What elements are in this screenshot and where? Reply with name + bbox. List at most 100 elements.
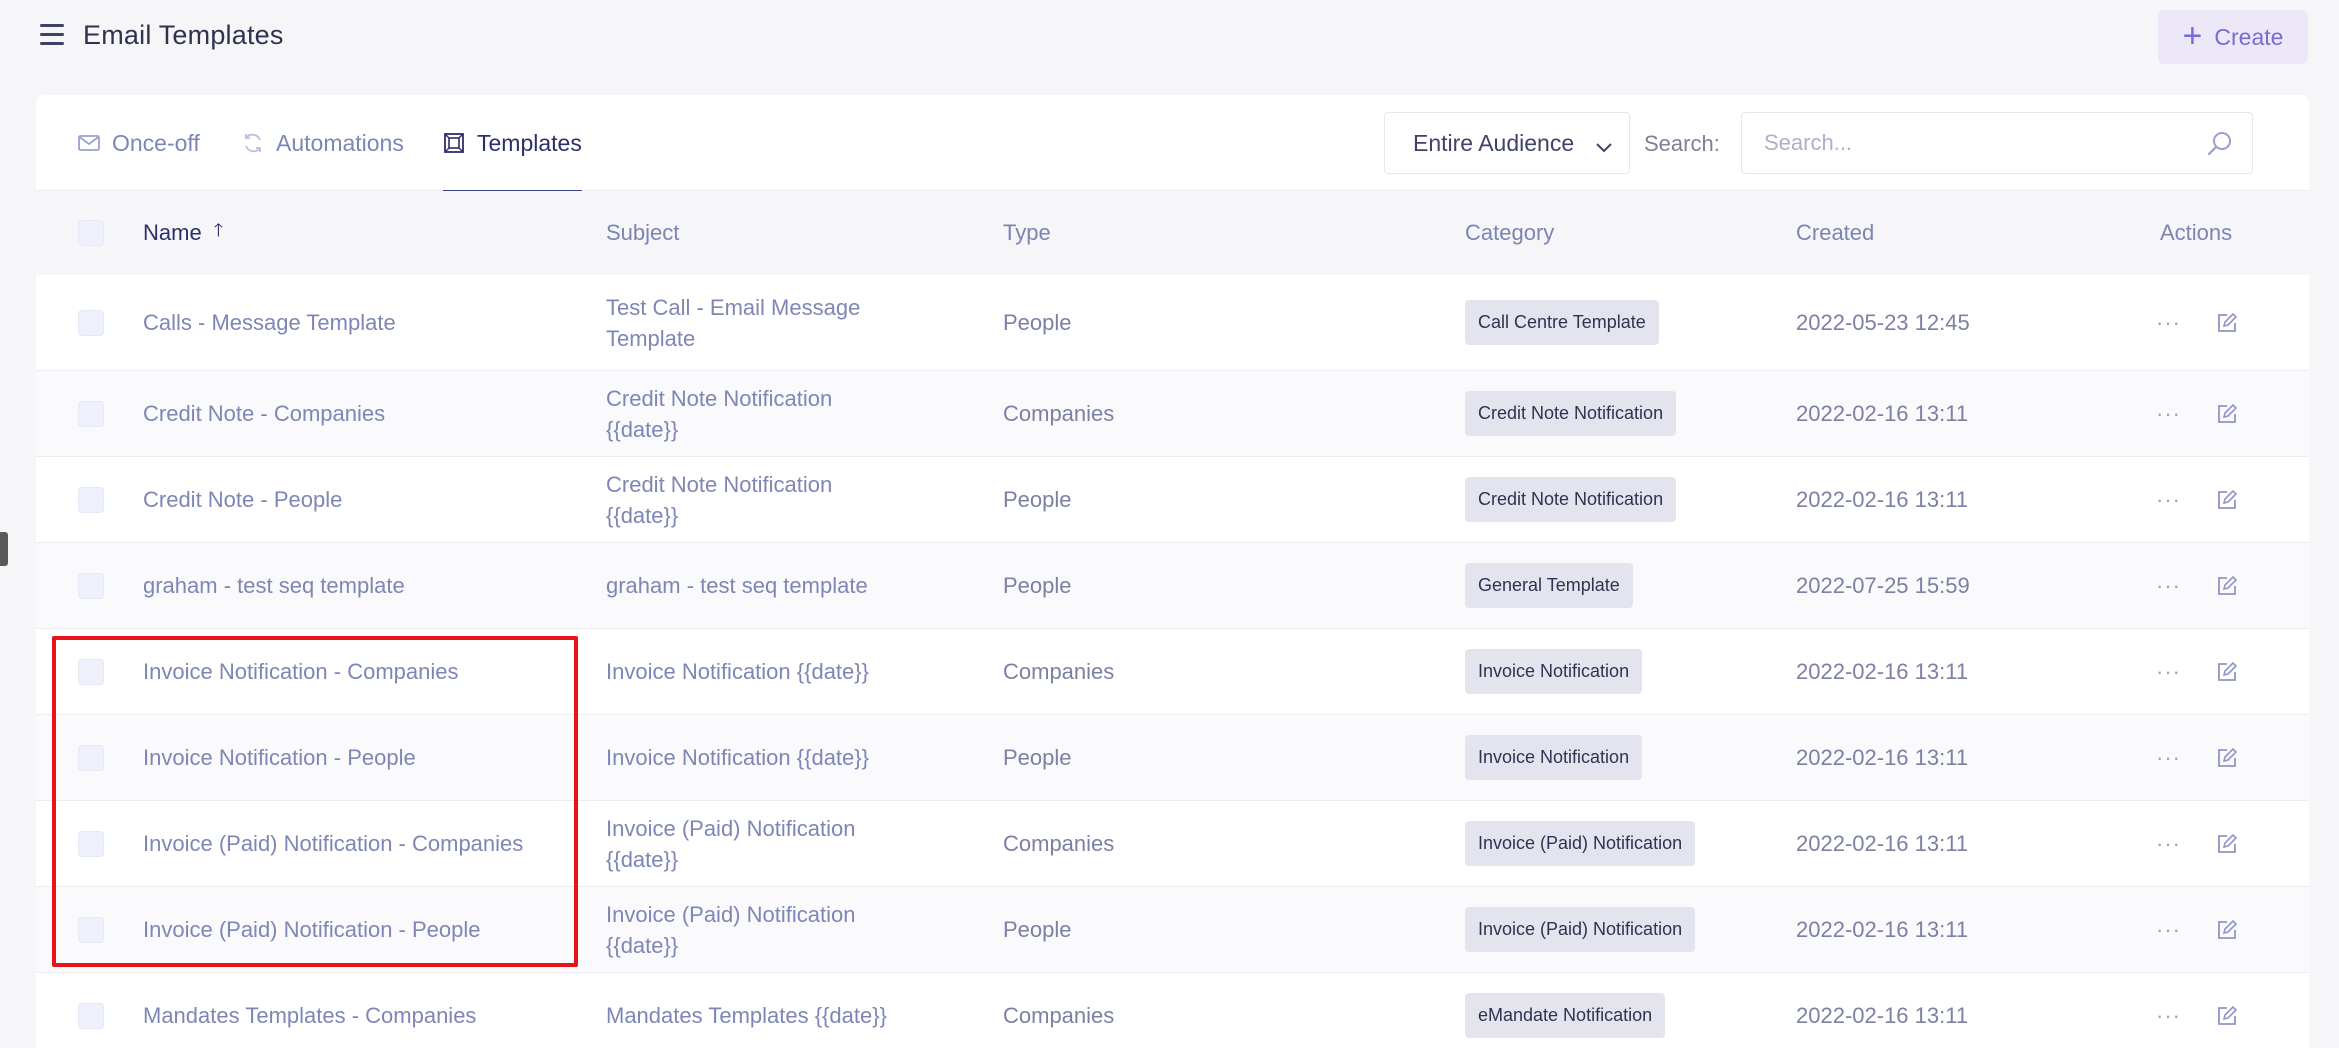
select-all-checkbox[interactable] [78, 220, 104, 246]
category-cell: General Template [1465, 543, 1633, 628]
ellipsis-icon[interactable]: ··· [2156, 629, 2181, 714]
side-panel-handle[interactable] [0, 532, 8, 566]
created-date: 2022-02-16 13:11 [1796, 1003, 1969, 1028]
tab-once-off[interactable]: Once-off [78, 95, 200, 191]
edit-icon[interactable] [2216, 371, 2238, 456]
ellipsis-icon[interactable]: ··· [2156, 715, 2181, 800]
search-field[interactable] [1741, 112, 2253, 174]
template-name[interactable]: Credit Note - Companies [143, 371, 583, 456]
column-header-category[interactable]: Category [1465, 191, 1554, 275]
table-row[interactable]: Mandates Templates - Companies Mandates … [36, 973, 2309, 1048]
template-name[interactable]: Invoice Notification - People [143, 715, 583, 800]
category-cell: Credit Note Notification [1465, 371, 1677, 456]
table-row[interactable]: Invoice Notification - Companies Invoice… [36, 629, 2309, 715]
row-checkbox[interactable] [78, 831, 104, 857]
category-badge: Credit Note Notification [1465, 391, 1677, 436]
template-type: Companies [1003, 831, 1115, 856]
category-cell: Credit Note Notification [1465, 457, 1677, 542]
template-name[interactable]: graham - test seq template [143, 543, 583, 628]
column-header-created[interactable]: Created [1796, 191, 1874, 275]
created-date: 2022-05-23 12:45 [1796, 310, 1970, 335]
column-header-name[interactable]: Name 🡑 [143, 191, 223, 275]
tab-templates[interactable]: Templates [443, 95, 582, 192]
table-row[interactable]: Calls - Message Template Test Call - Ema… [36, 275, 2309, 371]
template-type: Companies [1003, 659, 1115, 684]
refresh-icon [242, 132, 264, 154]
template-subject: Invoice (Paid) Notification {{date}} [606, 901, 856, 958]
template-subject: Credit Note Notification {{date}} [606, 385, 833, 442]
envelope-icon [78, 134, 100, 152]
ellipsis-icon[interactable]: ··· [2156, 801, 2181, 886]
edit-icon[interactable] [2216, 457, 2238, 542]
created-date: 2022-02-16 13:11 [1796, 659, 1969, 684]
created-date: 2022-02-16 13:11 [1796, 917, 1969, 942]
edit-icon[interactable] [2216, 801, 2238, 886]
edit-icon[interactable] [2216, 629, 2238, 714]
column-header-type[interactable]: Type [1003, 191, 1051, 275]
template-icon [443, 132, 465, 154]
template-subject: Test Call - Email Message Template [606, 294, 861, 351]
template-name[interactable]: Invoice (Paid) Notification - Companies [143, 801, 583, 886]
row-checkbox[interactable] [78, 310, 104, 336]
row-checkbox[interactable] [78, 745, 104, 771]
template-subject: Credit Note Notification {{date}} [606, 471, 833, 528]
create-button-label: Create [2214, 23, 2284, 50]
ellipsis-icon[interactable]: ··· [2156, 275, 2181, 370]
template-type: People [1003, 917, 1072, 942]
edit-icon[interactable] [2216, 887, 2238, 972]
ellipsis-icon[interactable]: ··· [2156, 543, 2181, 628]
column-header-subject[interactable]: Subject [606, 191, 679, 275]
category-badge: eMandate Notification [1465, 993, 1666, 1038]
table-header: Name 🡑 Subject Type Category Created Act… [36, 191, 2309, 275]
category-cell: eMandate Notification [1465, 973, 1666, 1048]
edit-icon[interactable] [2216, 275, 2238, 370]
table-row[interactable]: Invoice (Paid) Notification - People Inv… [36, 887, 2309, 973]
category-badge: Credit Note Notification [1465, 477, 1677, 522]
template-subject: Mandates Templates {{date}} [606, 1003, 887, 1028]
page-title: Email Templates [83, 20, 284, 50]
tab-automations[interactable]: Automations [242, 95, 404, 191]
row-checkbox[interactable] [78, 1003, 104, 1029]
ellipsis-icon[interactable]: ··· [2156, 887, 2181, 972]
ellipsis-icon[interactable]: ··· [2156, 457, 2181, 542]
template-type: People [1003, 573, 1072, 598]
create-button[interactable]: + Create [2158, 10, 2308, 64]
template-name[interactable]: Invoice (Paid) Notification - People [143, 887, 583, 972]
template-name[interactable]: Mandates Templates - Companies [143, 973, 583, 1048]
ellipsis-icon[interactable]: ··· [2156, 973, 2181, 1048]
template-name[interactable]: Invoice Notification - Companies [143, 629, 583, 714]
category-badge: General Template [1465, 563, 1633, 608]
table-row[interactable]: Credit Note - Companies Credit Note Noti… [36, 371, 2309, 457]
tab-label: Once-off [112, 129, 200, 156]
table-row[interactable]: graham - test seq template graham - test… [36, 543, 2309, 629]
sort-ascending-icon: 🡑 [213, 220, 224, 240]
row-checkbox[interactable] [78, 573, 104, 599]
table-row[interactable]: Invoice (Paid) Notification - Companies … [36, 801, 2309, 887]
template-name[interactable]: Calls - Message Template [143, 275, 583, 370]
created-date: 2022-02-16 13:11 [1796, 831, 1969, 856]
ellipsis-icon[interactable]: ··· [2156, 371, 2181, 456]
edit-icon[interactable] [2216, 543, 2238, 628]
edit-icon[interactable] [2216, 973, 2238, 1048]
hamburger-menu-icon[interactable] [38, 22, 66, 48]
edit-icon[interactable] [2216, 715, 2238, 800]
category-badge: Invoice Notification [1465, 649, 1643, 694]
audience-select-value: Entire Audience [1413, 129, 1575, 156]
table-row[interactable]: Invoice Notification - People Invoice No… [36, 715, 2309, 801]
audience-select[interactable]: Entire Audience [1384, 112, 1630, 174]
created-date: 2022-02-16 13:11 [1796, 487, 1969, 512]
template-subject: Invoice Notification {{date}} [606, 659, 869, 684]
chevron-down-icon [1595, 135, 1613, 162]
search-input[interactable] [1764, 113, 2194, 173]
row-checkbox[interactable] [78, 917, 104, 943]
template-subject: Invoice Notification {{date}} [606, 745, 869, 770]
row-checkbox[interactable] [78, 659, 104, 685]
template-name[interactable]: Credit Note - People [143, 457, 583, 542]
search-icon[interactable] [2206, 130, 2234, 163]
created-date: 2022-02-16 13:11 [1796, 745, 1969, 770]
template-type: People [1003, 745, 1072, 770]
row-checkbox[interactable] [78, 401, 104, 427]
row-checkbox[interactable] [78, 487, 104, 513]
category-cell: Invoice (Paid) Notification [1465, 887, 1696, 972]
table-row[interactable]: Credit Note - People Credit Note Notific… [36, 457, 2309, 543]
